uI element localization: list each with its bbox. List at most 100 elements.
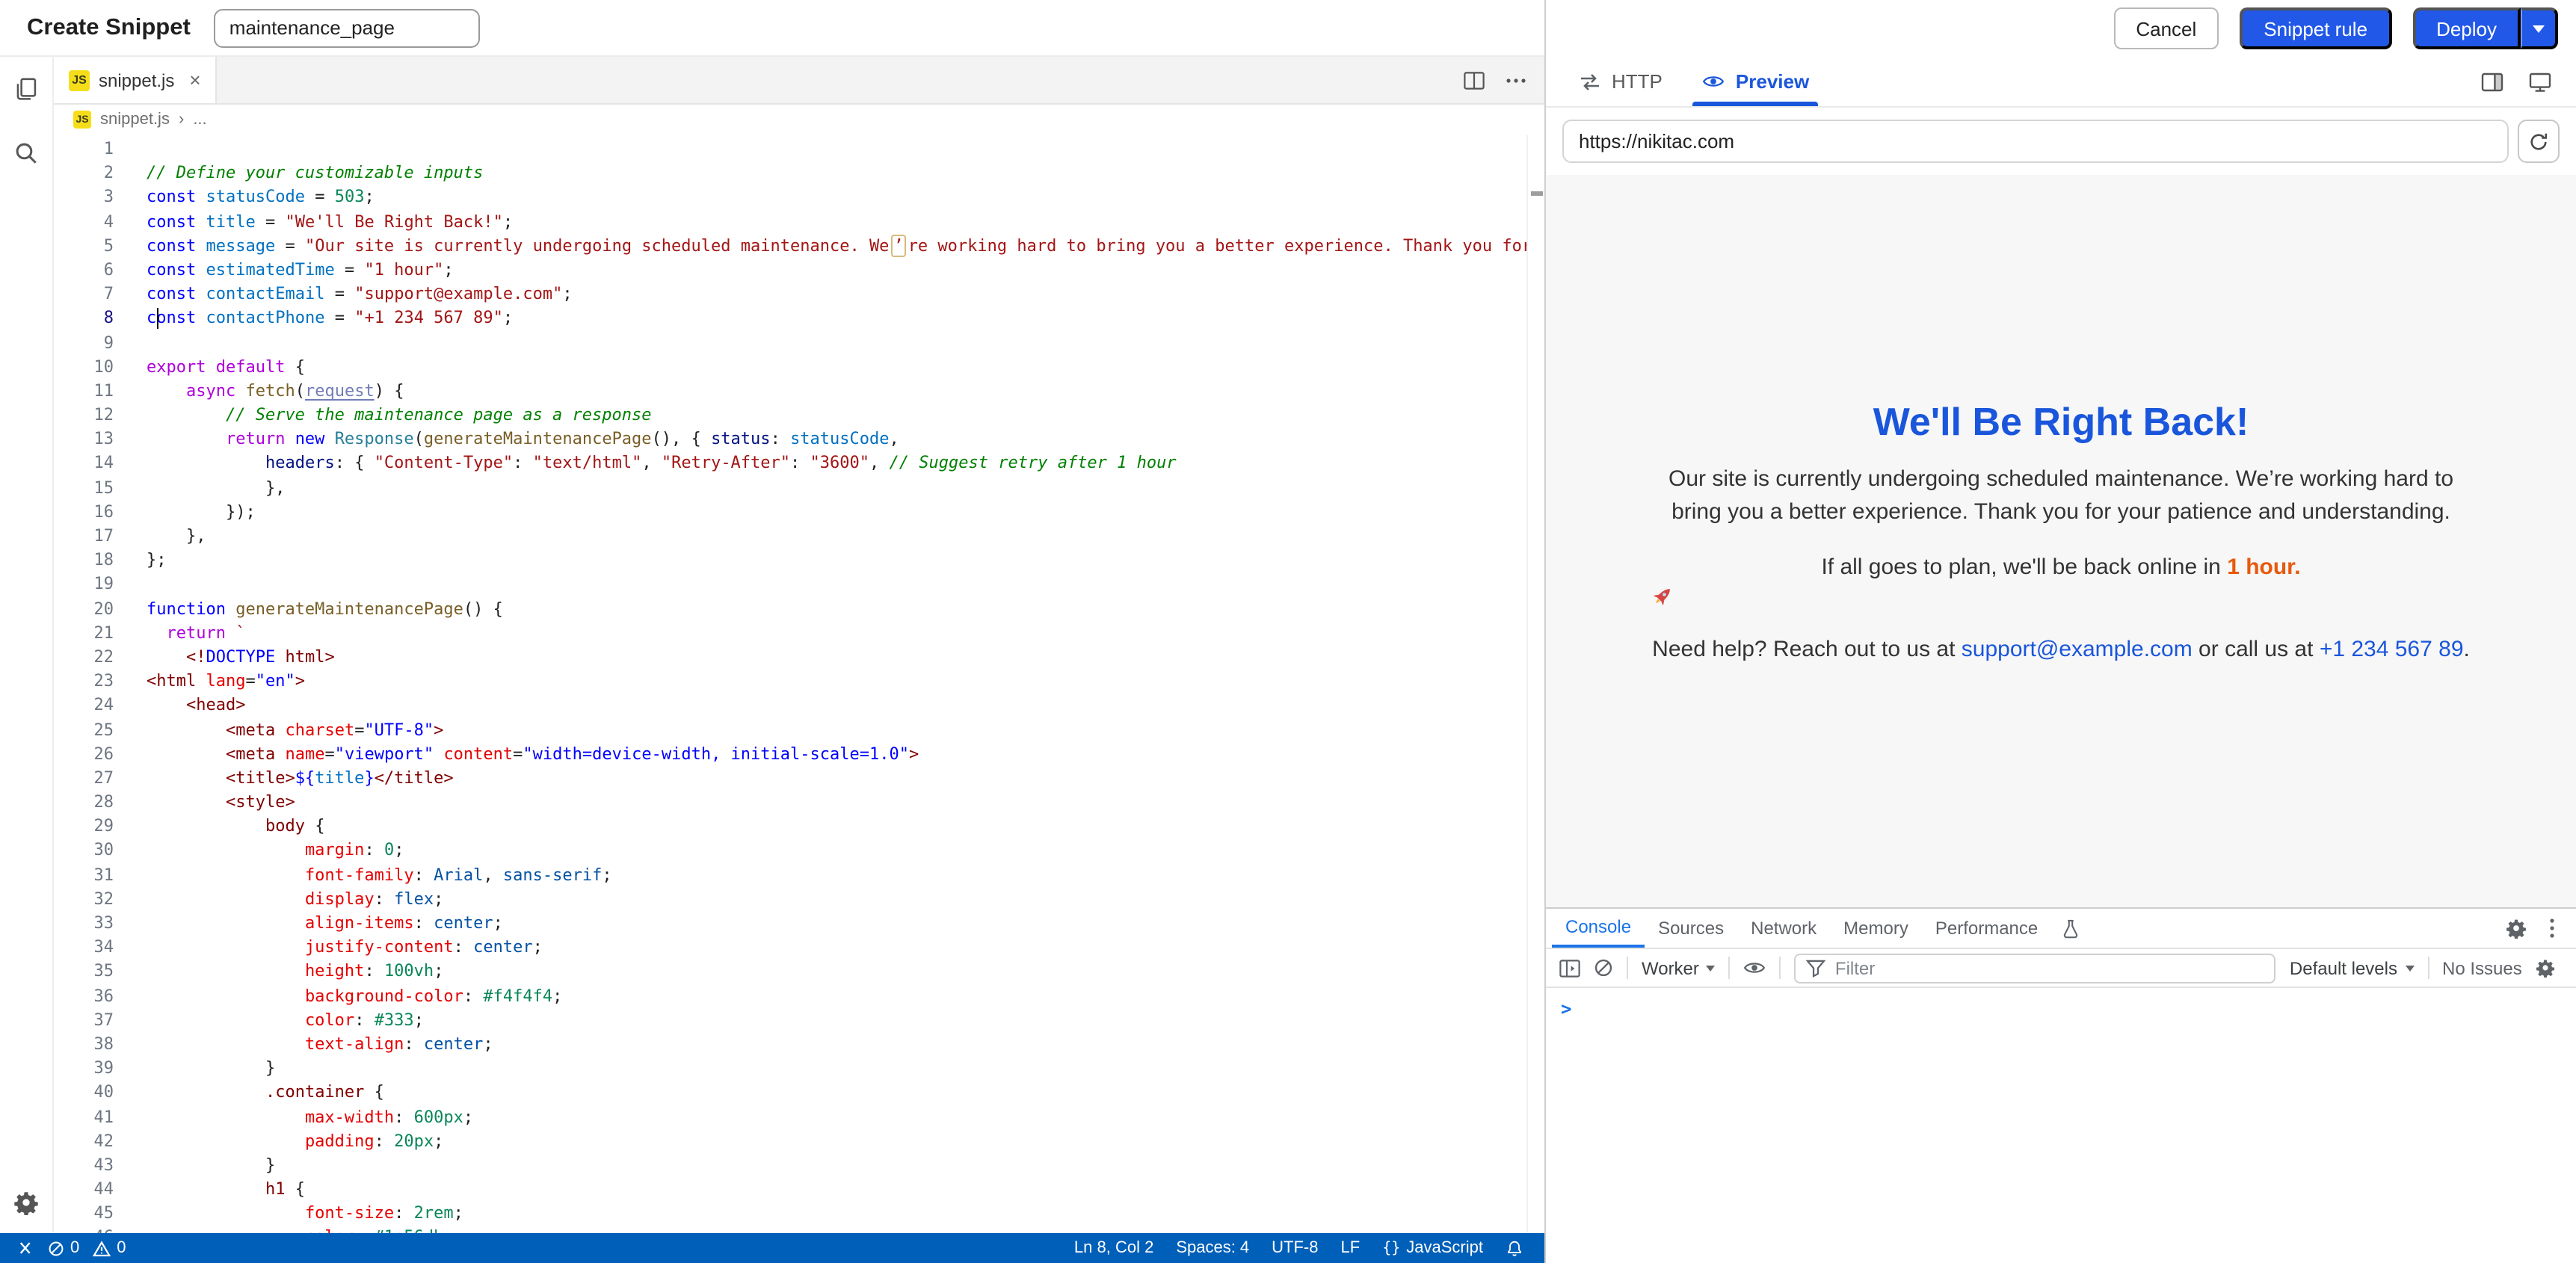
phone-link[interactable]: +1 234 567 89 [2320,636,2464,661]
code-line[interactable]: 12 // Serve the maintenance page as a re… [54,404,1544,427]
code-line[interactable]: 32 display: flex; [54,888,1544,912]
files-icon[interactable] [13,76,39,102]
console-output[interactable]: > [1546,988,2576,1263]
code-line[interactable]: 15 }, [54,476,1544,500]
clear-console-icon[interactable] [1594,958,1613,978]
code-line[interactable]: 44 h1 { [54,1178,1544,1202]
deploy-button[interactable]: Deploy [2412,7,2521,49]
search-icon[interactable] [13,140,39,166]
code-line[interactable]: 43 } [54,1154,1544,1178]
notifications-bell-icon[interactable] [1506,1238,1523,1258]
code-line[interactable]: 8const contactPhone = "+1 234 567 89"; [54,307,1544,331]
code-line[interactable]: 1 [54,138,1544,161]
code-line[interactable]: 46 color: #1a56db; [54,1226,1544,1233]
deploy-dropdown-button[interactable] [2521,7,2558,49]
breadcrumb[interactable]: JS snippet.js › ... [54,105,1544,135]
code-line[interactable]: 13 return new Response(generateMaintenan… [54,428,1544,452]
beaker-icon[interactable] [2051,909,2090,948]
code-line[interactable]: 45 font-size: 2rem; [54,1202,1544,1226]
code-line[interactable]: 23<html lang="en"> [54,670,1544,694]
code-line[interactable]: 16 }); [54,501,1544,525]
code-line[interactable]: 17 }, [54,525,1544,549]
devtools-tab-performance[interactable]: Performance [1922,909,2051,948]
url-input[interactable] [1562,120,2509,163]
devtools-tab-console[interactable]: Console [1552,909,1645,948]
code-line[interactable]: 7const contactEmail = "support@example.c… [54,282,1544,306]
breadcrumb-more[interactable]: ... [193,111,206,129]
eol-sequence[interactable]: LF [1341,1239,1361,1257]
split-editor-icon[interactable] [1464,71,1485,89]
code-line[interactable]: 34 justify-content: center; [54,936,1544,960]
code-line[interactable]: 33 align-items: center; [54,912,1544,936]
code-line[interactable]: 42 padding: 20px; [54,1129,1544,1153]
code-area[interactable]: 12// Define your customizable inputs3con… [54,135,1544,1233]
filter-input[interactable] [1835,957,2264,978]
live-expression-eye-icon[interactable] [1744,960,1766,976]
language-mode[interactable]: {} JavaScript [1382,1239,1483,1257]
refresh-button[interactable] [2518,120,2560,163]
code-line[interactable]: 4const title = "We'll Be Right Back!"; [54,210,1544,234]
devtools-tab-network[interactable]: Network [1737,909,1830,948]
context-selector[interactable]: Worker [1642,957,1716,978]
encoding[interactable]: UTF-8 [1272,1239,1318,1257]
code-line[interactable]: 31 font-family: Arial, sans-serif; [54,863,1544,887]
tab-snippet-js[interactable]: JS snippet.js × [54,57,218,103]
code-line[interactable]: 20function generateMaintenancePage() { [54,597,1544,621]
cancel-button[interactable]: Cancel [2113,7,2219,49]
code-line[interactable]: 25 <meta charset="UTF-8"> [54,718,1544,742]
console-settings-gear-icon[interactable] [2536,958,2555,978]
code-line[interactable]: 35 height: 100vh; [54,960,1544,984]
code-line[interactable]: 19 [54,573,1544,597]
breadcrumb-file[interactable]: snippet.js [100,111,170,129]
code-line[interactable]: 2// Define your customizable inputs [54,161,1544,185]
code-line[interactable]: 39 } [54,1057,1544,1081]
code-line[interactable]: 18}; [54,549,1544,572]
close-tab-icon[interactable]: × [189,70,200,90]
gear-icon[interactable] [13,1190,39,1215]
code-line[interactable]: 38 text-align: center; [54,1033,1544,1057]
kebab-menu-icon[interactable] [2549,918,2555,939]
code-line[interactable]: 26 <meta name="viewport" content="width=… [54,742,1544,766]
console-prompt[interactable]: > [1546,995,2576,1022]
split-panel-icon[interactable] [2480,71,2504,92]
code-line[interactable]: 11 async fetch(request) { [54,380,1544,404]
code-line[interactable]: 5const message = "Our site is currently … [54,235,1544,259]
devtools-settings-gear-icon[interactable] [2506,918,2527,939]
editor-main: JS snippet.js × [0,57,1544,1233]
console-filter[interactable] [1795,953,2276,983]
code-line[interactable]: 3const statusCode = 503; [54,186,1544,210]
snippet-rule-button[interactable]: Snippet rule [2240,7,2391,49]
devtools-tab-sources[interactable]: Sources [1645,909,1737,948]
device-monitor-icon[interactable] [2528,71,2552,92]
snippet-name-input[interactable] [215,8,481,47]
code-line[interactable]: 41 max-width: 600px; [54,1105,1544,1129]
cursor-position[interactable]: Ln 8, Col 2 [1074,1239,1153,1257]
tab-preview[interactable]: Preview [1686,57,1824,106]
code-line[interactable]: 29 body { [54,815,1544,839]
remote-indicator-icon[interactable] [15,1239,33,1257]
code-line[interactable]: 28 <style> [54,791,1544,815]
code-line[interactable]: 6const estimatedTime = "1 hour"; [54,259,1544,282]
code-text [114,138,1544,161]
overview-ruler[interactable] [1526,135,1544,1233]
devtools-tab-memory[interactable]: Memory [1830,909,1922,948]
log-levels-selector[interactable]: Default levels [2290,957,2414,978]
tab-http[interactable]: HTTP [1564,57,1677,106]
email-link[interactable]: support@example.com [1962,636,2193,661]
code-line[interactable]: 40 .container { [54,1081,1544,1105]
problems-indicator[interactable]: 0 0 [48,1239,126,1257]
code-line[interactable]: 27 <title>${title}</title> [54,767,1544,791]
code-line[interactable]: 9 [54,331,1544,355]
code-line[interactable]: 30 margin: 0; [54,839,1544,863]
code-line[interactable]: 37 color: #333; [54,1009,1544,1033]
issues-counter[interactable]: No Issues [2442,957,2522,978]
console-sidebar-icon[interactable] [1559,959,1580,977]
code-line[interactable]: 24 <head> [54,694,1544,718]
code-line[interactable]: 21 return ` [54,622,1544,646]
code-line[interactable]: 36 background-color: #f4f4f4; [54,984,1544,1008]
code-line[interactable]: 14 headers: { "Content-Type": "text/html… [54,452,1544,476]
more-actions-icon[interactable] [1506,77,1526,83]
code-line[interactable]: 22 <!DOCTYPE html> [54,646,1544,670]
code-line[interactable]: 10export default { [54,355,1544,379]
indentation[interactable]: Spaces: 4 [1176,1239,1249,1257]
